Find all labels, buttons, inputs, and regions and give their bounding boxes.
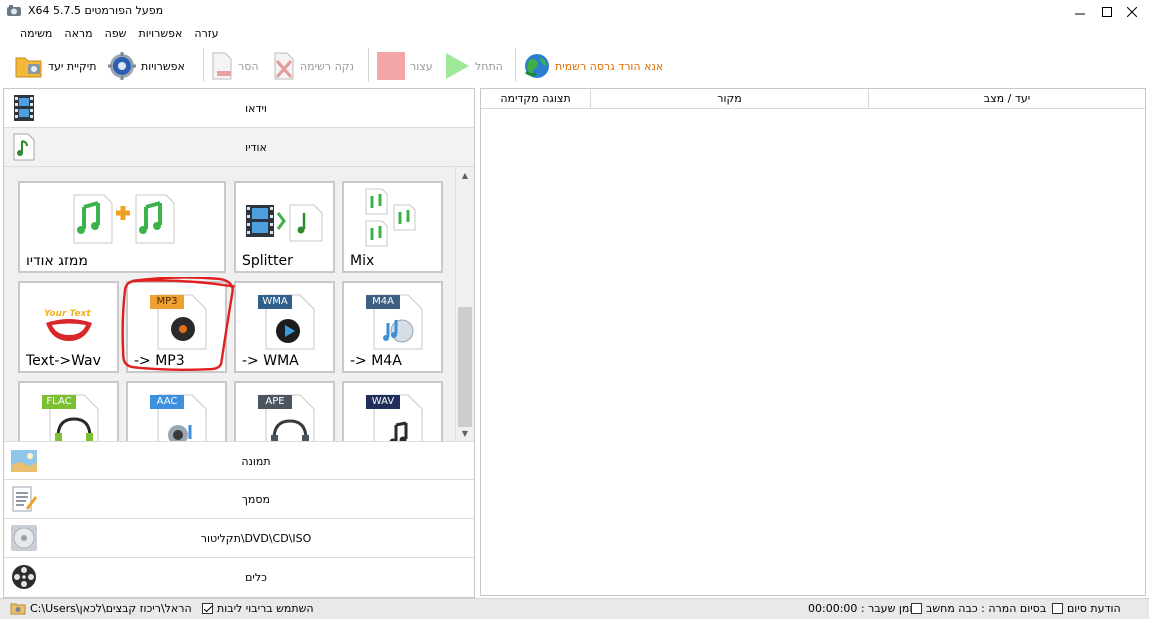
scroll-down-icon[interactable]: ▼ xyxy=(456,425,474,441)
clear-list-button[interactable]: נקה רשימה xyxy=(272,50,354,82)
wma-badge: WMA xyxy=(258,295,292,309)
category-rom-device[interactable]: תקליטור\DVD\CD\ISO xyxy=(4,519,474,558)
audio-file-icon xyxy=(13,133,35,161)
splitter-icon xyxy=(246,204,323,242)
tile-mix[interactable]: Mix xyxy=(342,181,443,273)
title-bar: X64 5.7.5 מפעל הפורמטים xyxy=(0,0,1149,24)
toolbar-separator xyxy=(515,48,516,82)
app-icon xyxy=(7,5,21,16)
maximize-button[interactable] xyxy=(1093,0,1121,24)
menu-options[interactable]: אפשרויות xyxy=(132,26,188,42)
tile-to-ape[interactable]: APE xyxy=(234,381,335,441)
file-list[interactable]: תצוגה מקדימה מקור יעד / מצב xyxy=(480,88,1146,596)
column-destination-status[interactable]: יעד / מצב xyxy=(869,89,1145,109)
film-reel-icon xyxy=(12,565,36,589)
globe-icon xyxy=(525,54,549,78)
toolbar-separator xyxy=(368,48,369,82)
status-bar: C:\Users\הראל\ריכוז קבצים\לכאן השתמש ברי… xyxy=(0,598,1149,619)
clear-list-icon xyxy=(274,52,294,80)
multithread-option[interactable]: השתמש בריבוי ליבות xyxy=(202,602,314,615)
window-title: X64 5.7.5 מפעל הפורמטים xyxy=(28,4,164,17)
minimize-button[interactable] xyxy=(1066,0,1094,24)
picture-icon xyxy=(11,450,37,472)
category-audio[interactable]: אודיו xyxy=(4,128,474,167)
aac-badge: AAC xyxy=(150,395,184,409)
tile-audio-joiner[interactable]: ממזג אודיו xyxy=(18,181,226,273)
on-finish-option[interactable]: בסיום המרה : כבה מחשב xyxy=(911,602,1046,615)
stop-icon xyxy=(377,52,405,80)
toolbar-separator xyxy=(203,48,204,82)
category-document[interactable]: מסמך xyxy=(4,480,474,519)
audio-tiles: ממזג אודיו Splitter Mix Your Text Text->… xyxy=(4,167,474,441)
gear-icon xyxy=(108,52,136,80)
tile-to-wma[interactable]: WMA -> WMA xyxy=(234,281,335,373)
menu-view[interactable]: מראה xyxy=(58,26,98,42)
your-text-label: Your Text xyxy=(44,309,91,319)
column-source[interactable]: מקור xyxy=(591,89,869,109)
toolbar: תיקיית יעד אפשרויות הסר נקה רשימה עצור ה… xyxy=(0,44,1149,88)
start-button[interactable]: התחל xyxy=(443,50,503,82)
notify-checkbox[interactable] xyxy=(1052,603,1063,614)
stop-button[interactable]: עצור xyxy=(376,50,433,82)
download-official-button[interactable]: אנא הורד גרסה רשמית xyxy=(523,50,663,82)
remove-file-icon xyxy=(212,52,232,80)
folder-icon xyxy=(15,57,42,78)
shutdown-checkbox[interactable] xyxy=(911,603,922,614)
tiles-scrollbar[interactable]: ▲ ▼ xyxy=(455,167,473,441)
scroll-up-icon[interactable]: ▲ xyxy=(456,167,474,183)
minimize-icon xyxy=(1075,13,1085,15)
disc-icon xyxy=(11,525,37,551)
tile-to-flac[interactable]: FLAC xyxy=(18,381,119,441)
category-panel: וידאו אודיו ממזג אודיו Splitter Mix Your… xyxy=(3,88,475,598)
maximize-icon xyxy=(1102,7,1112,17)
remove-button[interactable]: הסר xyxy=(210,50,259,82)
menu-bar: משימה מראה שפה אפשרויות עזרה xyxy=(14,26,225,42)
tile-to-wav[interactable]: WAV xyxy=(342,381,443,441)
close-button[interactable] xyxy=(1118,0,1146,24)
category-tools[interactable]: כלים xyxy=(4,558,474,597)
category-video[interactable]: וידאו xyxy=(4,89,474,128)
tile-text-to-wav[interactable]: Your Text Text->Wav xyxy=(18,281,119,373)
tile-to-m4a[interactable]: M4A -> M4A xyxy=(342,281,443,373)
flac-badge: FLAC xyxy=(42,395,76,409)
mix-icon xyxy=(365,188,416,247)
options-button[interactable]: אפשרויות xyxy=(107,50,185,82)
multithread-checkbox[interactable] xyxy=(202,603,213,614)
output-path[interactable]: C:\Users\הראל\ריכוז קבצים\לכאן xyxy=(10,602,192,615)
m4a-badge: M4A xyxy=(366,295,400,309)
wav-badge: WAV xyxy=(366,395,400,409)
category-picture[interactable]: תמונה xyxy=(4,441,474,480)
tile-splitter[interactable]: Splitter xyxy=(234,181,335,273)
notify-option[interactable]: הודעת סיום xyxy=(1052,602,1121,615)
folder-camera-icon xyxy=(10,603,26,615)
scroll-thumb[interactable] xyxy=(458,307,472,427)
menu-task[interactable]: משימה xyxy=(14,26,58,42)
ape-badge: APE xyxy=(258,395,292,409)
output-folder-button[interactable]: תיקיית יעד xyxy=(14,50,97,82)
film-icon xyxy=(14,95,34,121)
audio-joiner-icon xyxy=(73,194,175,244)
menu-language[interactable]: שפה xyxy=(99,26,133,42)
close-icon xyxy=(1127,7,1137,17)
play-icon xyxy=(446,53,469,79)
elapsed-time: 00:00:00 : זמן שעבר xyxy=(808,602,914,615)
document-icon xyxy=(12,486,37,512)
tile-to-aac[interactable]: AAC xyxy=(126,381,227,441)
column-preview[interactable]: תצוגה מקדימה xyxy=(481,89,591,109)
mp3-highlight-annotation xyxy=(121,277,235,371)
menu-help[interactable]: עזרה xyxy=(188,26,224,42)
